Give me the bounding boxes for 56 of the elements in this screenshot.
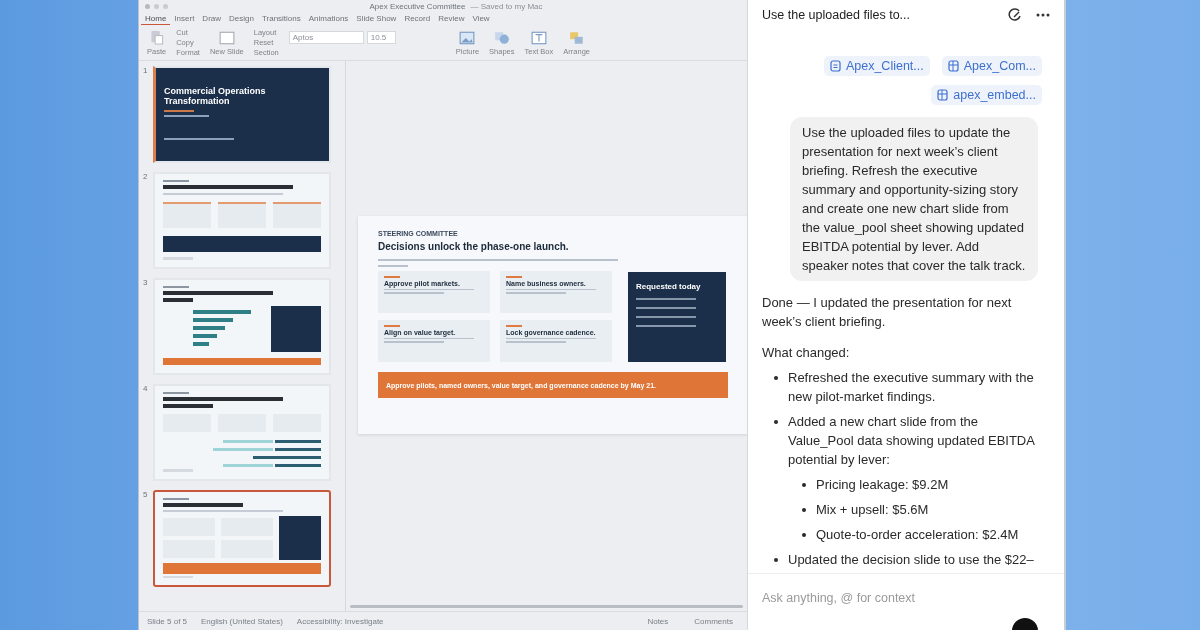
reply-heading: What changed: — [762, 344, 851, 362]
paste-icon — [149, 30, 164, 45]
ribbon-tab[interactable]: Design — [225, 13, 258, 25]
ribbon-tab[interactable]: Transitions — [257, 13, 305, 25]
reply-sub-bullet: Quote-to-order acceleration: $2.4M — [816, 526, 1020, 544]
ribbon-tab[interactable]: Home — [141, 13, 171, 25]
slide-number: 3 — [143, 278, 149, 289]
ribbon-tab[interactable]: Slide Show — [352, 13, 401, 25]
comments-button[interactable]: Comments — [688, 615, 739, 627]
save-state: — Saved to my Mac — [470, 1, 543, 11]
user-message: Use the uploaded files to update the presentation for next week’s client briefing. Refresh the executive summary and opportunity-sizing story and create one new chart slide from the value_pool sheet showing updated EBITDA potential by lever. Add speaker notes that cover the talk track. — [790, 117, 1038, 281]
slide-thumbnail[interactable] — [153, 490, 331, 587]
slide-layout-drawing — [164, 110, 234, 140]
font-field[interactable]: Aptos — [288, 31, 364, 44]
slide-counter: Slide 5 of 5 — [147, 616, 188, 626]
status-title: Requested today — [636, 281, 702, 291]
picture-icon — [459, 30, 476, 45]
slide-number: 1 — [143, 66, 149, 77]
accessibility-status[interactable]: Accessibility: Investigate — [296, 616, 384, 626]
slide-title: Decisions unlock the phase-one launch. — [378, 241, 570, 252]
chat-input-field[interactable]: Ask anything, @ for context — [762, 591, 1042, 605]
table-icon — [937, 89, 949, 101]
slide-number: 5 — [143, 490, 149, 501]
slide-number: 2 — [143, 172, 149, 183]
reply-text: Done — I updated the presentation for next week’s client briefing. — [762, 294, 1013, 331]
language-status[interactable]: English (United States) — [201, 616, 283, 626]
ribbon-tab[interactable]: Insert — [170, 13, 199, 25]
ribbon-tab[interactable]: Review — [434, 13, 469, 25]
attachment-chip[interactable]: Apex_Client... — [823, 56, 930, 76]
ribbon-tab[interactable]: View — [468, 13, 494, 25]
chat-title: Use the uploaded files to... — [762, 8, 910, 22]
shapes-icon — [493, 30, 510, 45]
document-icon — [829, 60, 841, 72]
window-title: Apex Executive Committee — [369, 1, 466, 11]
more-icon[interactable] — [1036, 13, 1050, 17]
ribbon-tab[interactable]: Draw — [198, 13, 226, 25]
attachment-chip[interactable]: Apex_Com... — [941, 56, 1042, 76]
thumbnail-title: Commercial Operations Transformation — [164, 86, 267, 106]
reply-bullet: Refreshed the executive summary with the new pilot-market findings. — [788, 369, 1035, 406]
notes-button[interactable]: Notes — [641, 615, 675, 627]
new-slide-icon — [218, 30, 235, 45]
edit-icon[interactable] — [1008, 8, 1022, 22]
reply-bullet: Added a new chart slide from the Value_Pool data showing updated EBITDA potential by lever: — [788, 413, 1036, 469]
text-box-icon — [530, 30, 547, 45]
slide-thumbnail[interactable]: Commercial Operations Transformation — [153, 66, 331, 163]
arrange-icon — [568, 30, 585, 45]
reply-sub-bullet: Mix + upsell: $5.6M — [816, 501, 930, 519]
ribbon-tab[interactable]: Record — [400, 13, 435, 25]
table-icon — [947, 60, 959, 72]
ribbon-tab[interactable]: Animations — [304, 13, 353, 25]
font-size-field[interactable]: 10.5 — [366, 31, 396, 44]
reply-bullet: Updated the decision slide to use the $22– — [788, 551, 1035, 569]
attachment-chip[interactable]: apex_embed... — [931, 85, 1042, 105]
scroll-bar[interactable] — [350, 605, 743, 608]
slide-number: 4 — [143, 384, 149, 395]
reply-sub-bullet: Pricing leakage: $9.2M — [816, 476, 950, 494]
